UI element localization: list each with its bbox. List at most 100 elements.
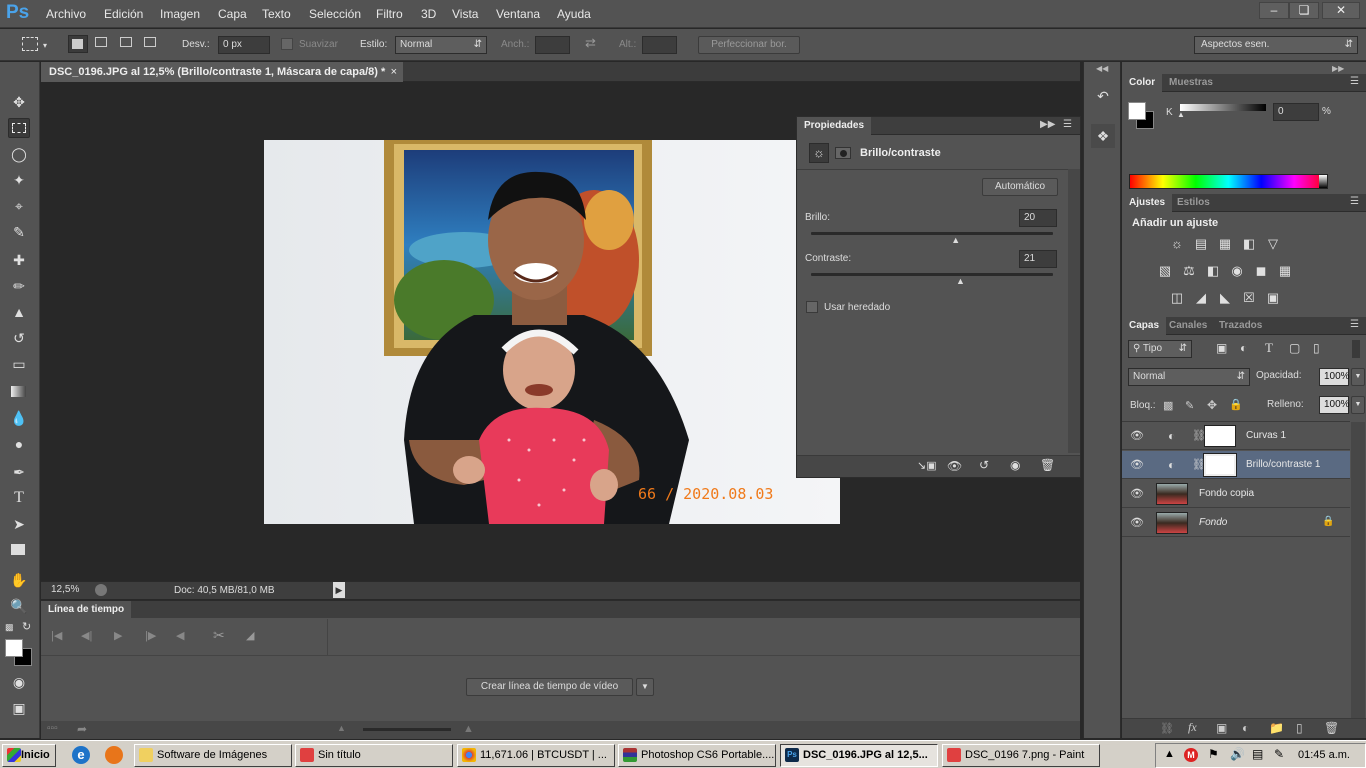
delete-layer-icon[interactable]: 🗑 xyxy=(1324,721,1339,735)
tab-color[interactable]: Color xyxy=(1122,74,1163,92)
convert-icon[interactable]: ➦ xyxy=(77,722,87,736)
menu-capa[interactable]: Capa xyxy=(218,7,247,21)
selective-color-adjust-icon[interactable]: ☒ xyxy=(1240,290,1258,306)
menu-texto[interactable]: Texto xyxy=(262,7,291,21)
style-select[interactable]: Normal ⇵ xyxy=(395,36,487,54)
visibility-icon[interactable]: ◉ xyxy=(1010,458,1020,472)
language-icon[interactable]: ✎ xyxy=(1274,747,1284,761)
ie-icon[interactable]: e xyxy=(72,746,90,764)
fill-dropdown-icon[interactable]: ▼ xyxy=(1351,396,1365,414)
zoom-level[interactable]: 12,5% xyxy=(51,584,79,595)
path-selection-tool-icon[interactable]: ➤ xyxy=(8,514,30,534)
lock-transparent-icon[interactable]: ▩ xyxy=(1163,399,1173,412)
quick-selection-tool-icon[interactable]: ✦ xyxy=(8,170,30,190)
tab-muestras[interactable]: Muestras xyxy=(1162,74,1220,92)
menu-seleccion[interactable]: Selección xyxy=(309,7,361,21)
layer-mask-thumbnail[interactable] xyxy=(1204,425,1236,447)
swap-icon[interactable]: ⇄ xyxy=(585,35,596,51)
restore-button[interactable]: ❏ xyxy=(1289,2,1319,19)
lock-position-icon[interactable]: ✥ xyxy=(1207,398,1217,412)
first-frame-icon[interactable]: |◀ xyxy=(51,629,62,642)
marquee-tool-icon[interactable] xyxy=(8,118,30,138)
move-tool-icon[interactable]: ✥ xyxy=(8,92,30,112)
new-layer-icon[interactable]: ▯ xyxy=(1296,721,1303,735)
status-icon[interactable] xyxy=(95,584,107,596)
task-sin-titulo[interactable]: Sin título xyxy=(295,744,453,767)
link-layers-icon[interactable]: ⛓ xyxy=(1160,722,1174,735)
collapse-icon[interactable]: ▶▶ xyxy=(1332,64,1344,73)
refine-edge-button[interactable]: Perfeccionar bor. xyxy=(698,36,800,54)
tab-canales[interactable]: Canales xyxy=(1162,317,1214,335)
threshold-adjust-icon[interactable]: ◣ xyxy=(1216,290,1234,306)
color-balance-adjust-icon[interactable]: ⚖ xyxy=(1180,263,1198,279)
create-video-timeline-button[interactable]: Crear línea de tiempo de vídeo xyxy=(466,678,633,696)
menu-ayuda[interactable]: Ayuda xyxy=(557,7,591,21)
layer-filter-select[interactable]: ⚲ Tipo ⇵ xyxy=(1128,340,1192,358)
view-previous-icon[interactable]: 👁 xyxy=(947,459,962,473)
eraser-tool-icon[interactable]: ▭ xyxy=(8,354,30,374)
new-selection-icon[interactable] xyxy=(68,35,88,53)
contraste-input[interactable]: 21 xyxy=(1019,250,1057,268)
brush-tool-icon[interactable]: ✏ xyxy=(8,276,30,296)
history-brush-tool-icon[interactable]: ↺ xyxy=(8,328,30,348)
filter-type-icon[interactable]: T xyxy=(1265,340,1273,356)
clip-to-layer-icon[interactable]: ↘▣ xyxy=(917,459,937,472)
menu-vista[interactable]: Vista xyxy=(452,7,478,21)
history-panel-icon[interactable]: ↶ xyxy=(1091,84,1115,108)
reset-icon[interactable]: ↺ xyxy=(979,458,989,472)
curves-adjust-icon[interactable]: ▦ xyxy=(1216,236,1234,252)
opacity-dropdown-icon[interactable]: ▼ xyxy=(1351,368,1365,386)
tab-capas[interactable]: Capas xyxy=(1122,317,1167,335)
k-slider-track[interactable] xyxy=(1180,104,1266,111)
default-colors-icon[interactable]: ▩ xyxy=(5,622,14,633)
brillo-input[interactable]: 20 xyxy=(1019,209,1057,227)
vibrance-adjust-icon[interactable]: ▽ xyxy=(1264,236,1282,252)
expand-icon[interactable]: ◀◀ xyxy=(1096,64,1108,73)
blend-mode-select[interactable]: Normal ⇵ xyxy=(1128,368,1250,386)
document-tab[interactable]: DSC_0196.JPG al 12,5% (Brillo/contraste … xyxy=(41,62,403,82)
eye-icon[interactable]: 👁 xyxy=(1130,487,1144,501)
filter-toggle[interactable] xyxy=(1352,340,1360,358)
tray-arrow-icon[interactable]: ▲ xyxy=(1164,748,1175,760)
chevron-down-icon[interactable]: ▾ xyxy=(43,41,47,50)
mask-icon[interactable] xyxy=(835,147,851,159)
height-input[interactable] xyxy=(642,36,677,54)
black-white-adjust-icon[interactable]: ◧ xyxy=(1204,263,1222,279)
properties-tab[interactable]: Propiedades xyxy=(797,117,872,135)
firefox-icon[interactable] xyxy=(105,746,123,764)
task-photoshop-portable[interactable]: Photoshop CS6 Portable.... xyxy=(618,744,776,767)
menu-filtro[interactable]: Filtro xyxy=(376,7,403,21)
layer-row-fondo-copia[interactable]: 👁 Fondo copia xyxy=(1122,480,1350,508)
legacy-checkbox[interactable] xyxy=(806,301,818,313)
invert-adjust-icon[interactable]: ◫ xyxy=(1168,290,1186,306)
3d-panel-icon[interactable]: ❖ xyxy=(1091,124,1115,148)
color-spectrum[interactable] xyxy=(1129,174,1328,189)
auto-button[interactable]: Automático xyxy=(982,178,1058,196)
filter-adjustment-icon[interactable]: ◐ xyxy=(1240,341,1247,355)
marquee-preset-icon[interactable] xyxy=(22,37,38,51)
type-tool-icon[interactable]: T xyxy=(8,488,30,508)
fill-input[interactable]: 100% xyxy=(1319,396,1350,414)
clock[interactable]: 01:45 a.m. xyxy=(1298,749,1350,761)
antivirus-icon[interactable]: M xyxy=(1184,748,1198,762)
audio-icon[interactable]: ◀ xyxy=(176,629,184,642)
add-mask-icon[interactable]: ▣ xyxy=(1216,721,1227,735)
network-icon[interactable]: ▤ xyxy=(1252,747,1263,761)
sun-icon[interactable]: ☼ xyxy=(809,143,829,163)
hand-tool-icon[interactable]: ✋ xyxy=(8,570,30,590)
levels-adjust-icon[interactable]: ▤ xyxy=(1192,236,1210,252)
minimize-button[interactable]: – xyxy=(1259,2,1289,19)
rectangle-tool-icon[interactable] xyxy=(8,540,30,560)
prev-frame-icon[interactable]: ◀| xyxy=(81,629,92,642)
swap-colors-icon[interactable]: ↻ xyxy=(22,620,31,633)
panel-menu-icon[interactable]: ☰ xyxy=(1350,76,1359,87)
zoom-tool-icon[interactable]: 🔍 xyxy=(8,596,30,616)
lock-pixels-icon[interactable]: ✎ xyxy=(1185,399,1194,412)
brillo-slider-track[interactable] xyxy=(811,232,1053,235)
menu-ventana[interactable]: Ventana xyxy=(496,7,540,21)
new-group-icon[interactable]: 📁 xyxy=(1269,721,1284,735)
next-frame-icon[interactable]: |▶ xyxy=(145,629,156,642)
panel-menu-icon[interactable]: ☰ xyxy=(1350,319,1359,330)
zoom-in-icon[interactable]: ▲ xyxy=(463,723,474,735)
hue-adjust-icon[interactable]: ▧ xyxy=(1156,263,1174,279)
